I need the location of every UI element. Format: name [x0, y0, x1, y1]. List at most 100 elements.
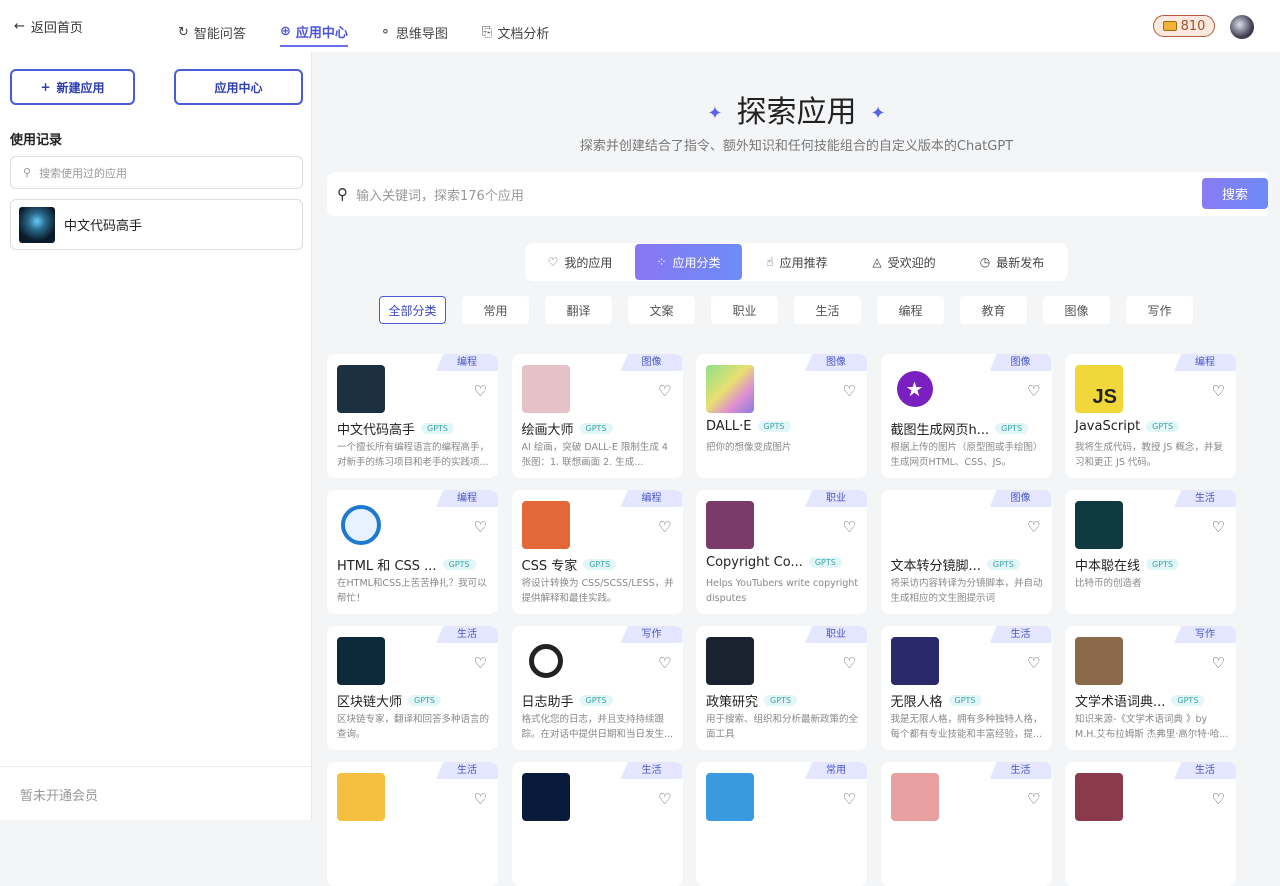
heart-icon[interactable]: ♡ — [1027, 654, 1040, 672]
tab-qa[interactable]: ↻ 智能问答 — [178, 17, 246, 47]
search-button[interactable]: 搜索 — [1202, 178, 1268, 209]
app-card[interactable]: 生活 ♡ — [880, 762, 1052, 886]
segment-label: 最新发布 — [996, 255, 1045, 270]
app-name: 中本聪在线 GPTS — [1075, 555, 1180, 574]
sparkle-icon: ✦ — [870, 103, 886, 124]
history-search-input[interactable]: ⚲ 搜索使用过的应用 — [10, 156, 303, 189]
compass-icon: ⊕ — [280, 23, 291, 39]
app-card[interactable]: 生活 ♡ 中本聪在线 GPTS 比特币的创造者 — [1065, 490, 1236, 614]
heart-icon[interactable]: ♡ — [1027, 790, 1040, 808]
history-item[interactable]: 中文代码高手 — [10, 199, 303, 250]
coin-balance[interactable]: 810 — [1153, 15, 1215, 37]
segment-recommended[interactable]: ☝ 应用推荐 — [742, 244, 852, 280]
segment-categories[interactable]: ⁘ 应用分类 — [635, 244, 742, 280]
gpts-badge: GPTS — [583, 559, 617, 570]
heart-icon[interactable]: ♡ — [1027, 518, 1040, 536]
heart-icon[interactable]: ♡ — [1212, 790, 1225, 808]
app-card[interactable]: 生活 ♡ — [1065, 762, 1236, 886]
heart-icon[interactable]: ♡ — [1212, 382, 1225, 400]
app-description: 我将生成代码，教授 JS 概念，并复习和更正 JS 代码。 — [1075, 442, 1223, 468]
heart-icon[interactable]: ♡ — [474, 518, 487, 536]
gpts-badge: GPTS — [995, 423, 1029, 434]
category-tag: 职业 — [805, 490, 867, 507]
flame-icon: ◬ — [872, 255, 882, 269]
app-card[interactable]: 图像 ♡ 绘画大师 GPTS AI 绘画，突破 DALL-E 限制生成 4 张图：1. … — [511, 354, 683, 478]
app-thumbnail — [706, 637, 754, 685]
document-icon: ⎘ — [482, 24, 493, 40]
app-card[interactable]: 职业 ♡ 政策研究 GPTS 用于搜索、组织和分析最新政策的全面工具 — [696, 626, 867, 750]
tab-mindmap[interactable]: ⚬ 思维导图 — [380, 17, 448, 47]
heart-icon[interactable]: ♡ — [843, 518, 856, 536]
category-chip[interactable]: 翻译 — [545, 296, 612, 324]
app-name: DALL·E GPTS — [706, 419, 791, 434]
tab-app-center[interactable]: ⊕ 应用中心 — [280, 17, 348, 47]
app-card[interactable]: 生活 ♡ 区块链大师 GPTS 区块链专家，翻译和回答多种语言的查询。 — [327, 626, 498, 750]
segment-my-apps[interactable]: ♡ 我的应用 — [525, 244, 635, 280]
category-chip[interactable]: 教育 — [960, 296, 1027, 324]
app-center-button[interactable]: 应用中心 — [174, 69, 303, 105]
app-card[interactable]: 编程 ♡ HTML 和 CSS ... GPTS 在HTML和CSS上苦苦挣扎？我可以帮… — [327, 490, 498, 614]
heart-icon[interactable]: ♡ — [658, 790, 671, 808]
app-description: 一个擅长所有编程语言的编程高手，对新手的练习项目和老手的实践项... — [337, 442, 490, 468]
app-thumbnail — [706, 365, 754, 413]
app-card[interactable]: 生活 ♡ — [511, 762, 683, 886]
category-tag: 生活 — [436, 626, 498, 643]
heart-icon[interactable]: ♡ — [658, 382, 671, 400]
heart-icon[interactable]: ♡ — [658, 518, 671, 536]
gpts-badge: GPTS — [1171, 695, 1205, 706]
scrollbar[interactable] — [1268, 52, 1280, 820]
segment-popular[interactable]: ◬ 受欢迎的 — [852, 244, 956, 280]
segment-label: 应用分类 — [672, 255, 721, 270]
heart-icon[interactable]: ♡ — [843, 654, 856, 672]
app-card[interactable]: 生活 ♡ 无限人格 GPTS 我是无限人格，拥有多种独特人格，每个都有专业技能和丰富经验… — [880, 626, 1052, 750]
app-card[interactable]: 常用 ♡ — [696, 762, 867, 886]
app-thumbnail — [890, 773, 939, 821]
heart-icon[interactable]: ♡ — [474, 382, 487, 400]
heart-icon[interactable]: ♡ — [658, 654, 671, 672]
app-card[interactable]: 编程 ♡ 中文代码高手 GPTS 一个擅长所有编程语言的编程高手，对新手的练习项目和老手… — [327, 354, 498, 478]
gpts-badge: GPTS — [764, 695, 798, 706]
category-chip[interactable]: 职业 — [711, 296, 778, 324]
app-card[interactable]: 写作 ♡ 日志助手 GPTS 格式化您的日志，并且支持持续跟踪。在对话中提供日期和当日发… — [511, 626, 683, 750]
app-card[interactable]: 生活 ♡ — [327, 762, 498, 886]
heart-icon[interactable]: ♡ — [1027, 382, 1040, 400]
app-search-input[interactable]: ⚲ 输入关键词，探索176个应用 搜索 — [327, 172, 1272, 216]
category-chip[interactable]: 全部分类 — [379, 296, 446, 324]
heart-icon[interactable]: ♡ — [474, 790, 487, 808]
category-chip[interactable]: 生活 — [794, 296, 861, 324]
app-card[interactable]: 编程 JS ♡ JavaScript GPTS 我将生成代码，教授 JS 概念，并复习和更… — [1065, 354, 1236, 478]
category-tag: 生活 — [1174, 762, 1236, 779]
app-name: CSS 专家 GPTS — [522, 555, 617, 574]
tab-doc-analysis[interactable]: ⎘ 文档分析 — [482, 17, 549, 47]
app-name-text: DALL·E — [706, 419, 752, 434]
category-tag: 生活 — [1174, 490, 1236, 507]
app-card[interactable]: 写作 ♡ 文学术语词典... GPTS 知识来源-《文学术语词典 》by M.H.艾布拉… — [1065, 626, 1236, 750]
app-description: 根据上传的图片（原型图或手绘图）生成网页HTML、CSS、JS。 — [890, 442, 1043, 468]
app-name-text: Copyright Co... — [706, 555, 803, 570]
new-app-button[interactable]: + 新建应用 — [10, 69, 135, 105]
app-description: 比特币的创造者 — [1075, 578, 1142, 589]
category-chip[interactable]: 写作 — [1126, 296, 1193, 324]
app-card[interactable]: 职业 ♡ Copyright Co... GPTS Helps YouTubers wr… — [696, 490, 867, 614]
app-name-text: 绘画大师 — [521, 423, 574, 438]
app-card[interactable]: 图像 ★ ♡ 截图生成网页h... GPTS 根据上传的图片（原型图或手绘图）生成网页HT… — [880, 354, 1052, 478]
heart-icon[interactable]: ♡ — [843, 382, 856, 400]
heart-icon[interactable]: ♡ — [1212, 654, 1225, 672]
segment-latest[interactable]: ◷ 最新发布 — [956, 244, 1068, 280]
heart-icon[interactable]: ♡ — [474, 654, 487, 672]
category-chip[interactable]: 编程 — [877, 296, 944, 324]
category-tag: 职业 — [805, 626, 867, 643]
back-home-link[interactable]: ← 返回首页 — [14, 17, 83, 36]
category-chip[interactable]: 图像 — [1043, 296, 1110, 324]
app-name-text: CSS 专家 — [521, 559, 578, 574]
category-tag: 编程 — [436, 354, 498, 371]
category-chip[interactable]: 常用 — [462, 296, 529, 324]
heart-icon[interactable]: ♡ — [1212, 518, 1225, 536]
avatar[interactable] — [1230, 15, 1254, 39]
app-card[interactable]: 编程 ♡ CSS 专家 GPTS 将设计转换为 CSS/SCSS/LESS，并提供解释和… — [511, 490, 683, 614]
heart-icon[interactable]: ♡ — [843, 790, 856, 808]
gpts-badge: GPTS — [579, 423, 613, 434]
app-card[interactable]: 图像 ♡ DALL·E GPTS 把你的想像变成图片 — [696, 354, 867, 478]
app-card[interactable]: 图像 ♡ 文本转分镜脚... GPTS 将采访内容转译为分镜脚本，并自动生成相应的文生图… — [880, 490, 1052, 614]
category-chip[interactable]: 文案 — [628, 296, 695, 324]
